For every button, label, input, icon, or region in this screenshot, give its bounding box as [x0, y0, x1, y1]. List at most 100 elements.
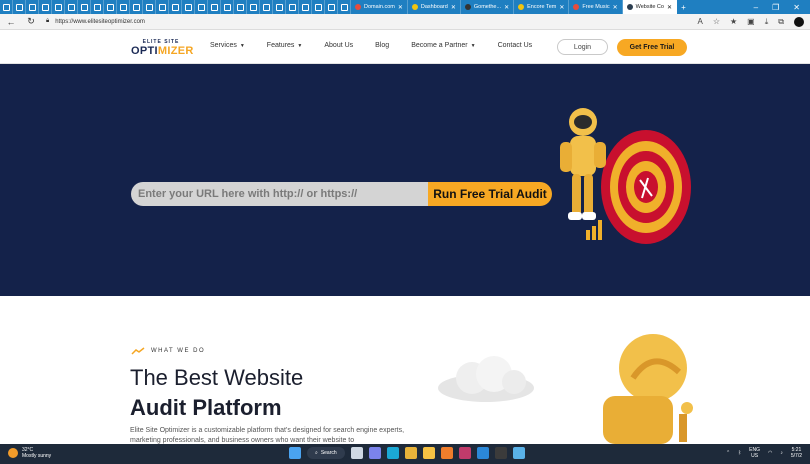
what-we-do-section: WHAT WE DO The Best Website Audit Platfo… — [0, 296, 810, 444]
read-aloud-icon[interactable]: A — [697, 17, 702, 26]
tab-gomethe[interactable]: Gomethe... ✕ — [461, 0, 515, 14]
nav-blog[interactable]: Blog — [375, 42, 389, 49]
tab-domain[interactable]: Domain.com ✕ — [351, 0, 408, 14]
chrome-icon[interactable] — [404, 447, 417, 459]
wifi-icon[interactable]: ◠ — [768, 450, 772, 456]
site-logo[interactable]: ELITE SITE OPTIMIZER — [131, 39, 193, 57]
new-tab-button[interactable]: + — [677, 0, 690, 14]
tab-pinned[interactable] — [65, 0, 78, 14]
close-icon[interactable]: ✕ — [398, 4, 403, 11]
minimize-icon[interactable]: – — [754, 3, 758, 12]
refresh-icon[interactable]: ↻ — [26, 16, 36, 27]
section-kicker: WHAT WE DO — [131, 347, 205, 355]
url-field[interactable]: 🔒︎ https://www.elitesiteoptimizer.com — [46, 18, 145, 25]
file-explorer-icon[interactable] — [422, 447, 435, 459]
login-button[interactable]: Login — [557, 39, 608, 55]
tab-pinned[interactable] — [195, 0, 208, 14]
app-icon[interactable] — [458, 447, 471, 459]
tab-pinned[interactable] — [143, 0, 156, 14]
close-icon[interactable]: ✕ — [667, 4, 672, 11]
firefox-icon[interactable] — [440, 447, 453, 459]
nav-become-partner[interactable]: Become a Partner ▼ — [411, 42, 475, 49]
address-bar: ← ↻ 🔒︎ https://www.elitesiteoptimizer.co… — [0, 14, 810, 30]
tab-pinned[interactable] — [130, 0, 143, 14]
tab-pinned[interactable] — [286, 0, 299, 14]
tab-pinned[interactable] — [78, 0, 91, 14]
nav-contact-us[interactable]: Contact Us — [498, 42, 533, 49]
tab-pinned[interactable] — [221, 0, 234, 14]
clock[interactable]: 5:21 5/7/2 — [791, 447, 802, 459]
tab-pinned[interactable] — [104, 0, 117, 14]
chat-icon[interactable] — [368, 447, 381, 459]
edge-icon[interactable] — [386, 447, 399, 459]
favorite-star-icon[interactable]: ☆ — [713, 17, 720, 26]
tab-pinned[interactable] — [52, 0, 65, 14]
notepad-icon[interactable] — [512, 447, 525, 459]
tab-pinned[interactable] — [39, 0, 52, 14]
back-arrow-icon[interactable]: ← — [6, 17, 16, 27]
close-icon[interactable]: ✕ — [504, 4, 509, 11]
tab-pinned[interactable] — [338, 0, 351, 14]
tab-pinned[interactable] — [13, 0, 26, 14]
weather-widget[interactable]: 32°C Mostly sunny — [8, 447, 51, 459]
get-free-trial-button[interactable]: Get Free Trial — [617, 39, 687, 56]
favicon-icon — [464, 4, 471, 10]
tab-pinned[interactable] — [247, 0, 260, 14]
trend-arrow-icon — [131, 347, 145, 355]
chevron-down-icon: ▼ — [239, 42, 245, 49]
tab-pinned[interactable] — [182, 0, 195, 14]
tab-pinned[interactable] — [312, 0, 325, 14]
windows-start-icon[interactable] — [289, 447, 301, 459]
tab-pinned[interactable] — [156, 0, 169, 14]
close-icon[interactable]: ✕ — [613, 4, 618, 11]
tab-pinned[interactable] — [117, 0, 130, 14]
tab-pinned[interactable] — [26, 0, 39, 14]
language-indicator[interactable]: ENG US — [749, 447, 760, 459]
browser-tab-strip: Domain.com ✕ Dashboard ✕ Gomethe... ✕ Encor… — [0, 0, 810, 14]
favicon-icon — [355, 4, 361, 10]
hero-section: Enter your URL here with http:// or http… — [0, 64, 810, 296]
tab-pinned[interactable] — [325, 0, 338, 14]
close-icon[interactable]: ✕ — [559, 4, 564, 11]
vscode-icon[interactable] — [476, 447, 489, 459]
url-input[interactable]: Enter your URL here with http:// or http… — [131, 182, 429, 206]
astronaut-illustration — [603, 334, 693, 444]
profile-avatar[interactable] — [794, 16, 804, 27]
maximize-icon[interactable]: ❐ — [772, 3, 779, 12]
section-heading-light: The Best Website — [130, 365, 304, 390]
extensions-icon[interactable]: ⧉ — [778, 17, 784, 27]
tab-website-active[interactable]: Website Co ✕ — [622, 0, 677, 14]
volume-icon[interactable]: ♪ — [780, 450, 783, 456]
run-audit-button[interactable]: Run Free Trial Audit — [428, 182, 552, 206]
tab-dashboard[interactable]: Dashboard ✕ — [408, 0, 461, 14]
tab-free-music[interactable]: Free Music ✕ — [569, 0, 623, 14]
tab-encore[interactable]: Encore Tem ✕ — [514, 0, 570, 14]
nav-services[interactable]: Services ▼ — [210, 42, 245, 49]
section-heading-bold: Audit Platform — [130, 395, 282, 420]
tab-pinned[interactable] — [260, 0, 273, 14]
nav-features[interactable]: Features ▼ — [267, 42, 303, 49]
site-header: ELITE SITE OPTIMIZER Services ▼ Features ▼… — [0, 31, 810, 64]
download-icon[interactable]: ⤓ — [765, 17, 769, 27]
tab-pinned[interactable] — [299, 0, 312, 14]
window-icon[interactable] — [0, 0, 13, 14]
favorites-icon[interactable]: ★ — [730, 17, 737, 26]
nav-about-us[interactable]: About Us — [324, 42, 353, 49]
terminal-icon[interactable] — [494, 447, 507, 459]
tab-pinned[interactable] — [169, 0, 182, 14]
window-controls: – ❐ ✕ — [754, 3, 810, 12]
close-window-icon[interactable]: ✕ — [793, 3, 800, 12]
bluetooth-icon[interactable]: ᛒ — [738, 450, 741, 456]
system-tray: ⌃ ᛒ ENG US ◠ ♪ 5:21 5/7/2 — [726, 447, 802, 459]
tab-pinned[interactable] — [208, 0, 221, 14]
tab-pinned[interactable] — [91, 0, 104, 14]
taskbar-apps: ⌕ Search — [289, 447, 525, 459]
chevron-up-icon[interactable]: ⌃ — [726, 450, 730, 456]
collections-icon[interactable]: ▣ — [747, 17, 755, 26]
taskbar-search[interactable]: ⌕ Search — [307, 447, 345, 459]
task-view-icon[interactable] — [350, 447, 363, 459]
tab-pinned[interactable] — [273, 0, 286, 14]
tab-pinned[interactable] — [234, 0, 247, 14]
close-icon[interactable]: ✕ — [451, 4, 456, 11]
windows-taskbar: 32°C Mostly sunny ⌕ Search ⌃ ᛒ ENG US ◠ ♪… — [0, 444, 810, 464]
